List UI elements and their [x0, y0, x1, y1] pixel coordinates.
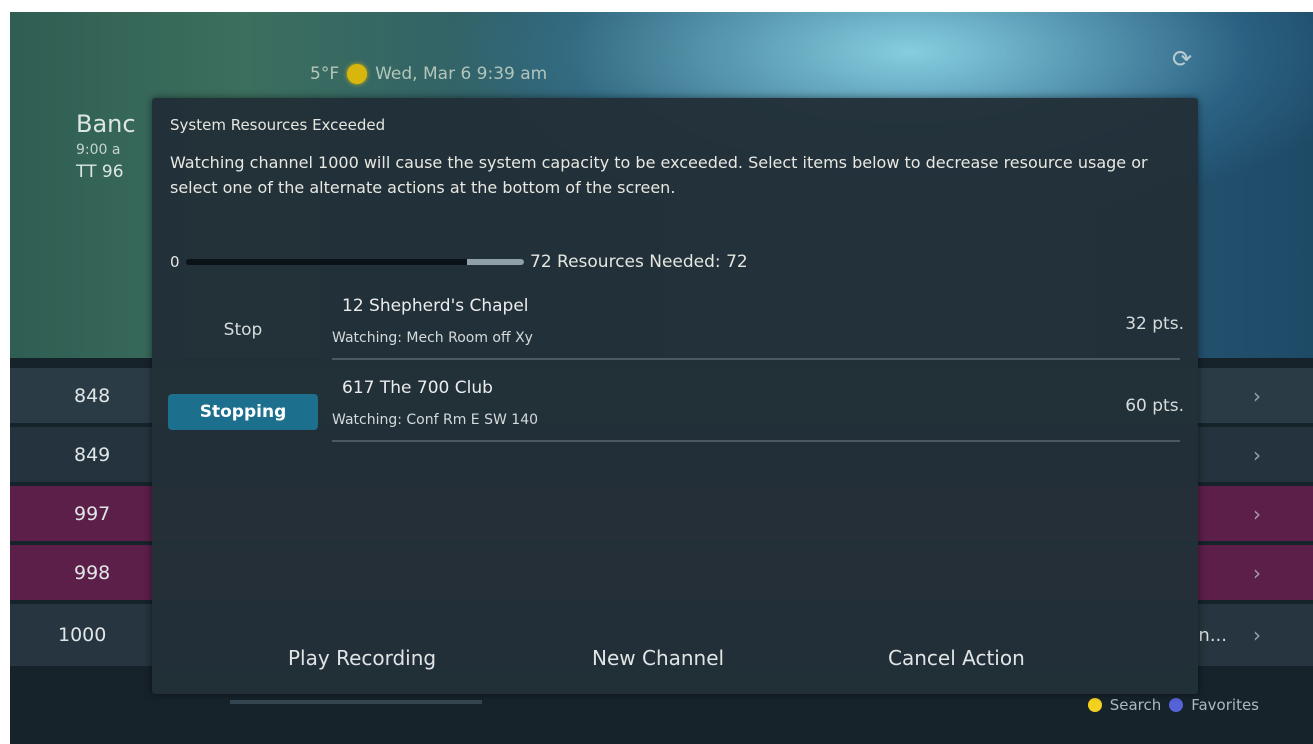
item-channel: 617 The 700 Club — [342, 378, 493, 398]
search-hint: Search — [1109, 696, 1162, 714]
chevron-right-icon: › — [1253, 442, 1261, 467]
program-name-truncated: n... — [1198, 624, 1227, 646]
divider — [332, 440, 1180, 442]
date-time: Wed, Mar 6 9:39 am — [375, 64, 548, 84]
dialog-title: System Resources Exceeded — [170, 116, 386, 134]
channel-number: 848 — [74, 384, 111, 407]
item-watching: Watching: Mech Room off Xy — [332, 330, 533, 346]
channel-number: 997 — [74, 502, 111, 525]
play-recording-button[interactable]: Play Recording — [288, 646, 436, 670]
stopping-button[interactable]: Stopping — [168, 394, 318, 430]
sun-icon — [347, 64, 368, 84]
channel-number: 998 — [74, 561, 111, 584]
chevron-right-icon: › — [1253, 383, 1261, 408]
stop-button[interactable]: Stop — [168, 312, 318, 348]
item-points: 32 pts. — [1125, 314, 1184, 334]
resources-exceeded-dialog: System Resources Exceeded Watching chann… — [152, 98, 1198, 704]
yellow-button-icon — [1087, 698, 1102, 712]
chevron-right-icon: › — [1253, 560, 1261, 585]
dialog-actions: Play Recording New Channel Cancel Action — [152, 624, 1198, 704]
resource-needed-text: 72 Resources Needed: 72 — [530, 252, 748, 272]
tv-screen: 5°F Wed, Mar 6 9:39 am ⟳ Banc 9:00 a TT … — [10, 12, 1313, 744]
resource-min: 0 — [170, 253, 180, 271]
blue-button-icon — [1169, 698, 1184, 712]
channel-number: 849 — [74, 443, 111, 466]
item-watching: Watching: Conf Rm E SW 140 — [332, 412, 539, 428]
sync-icon: ⟳ — [1171, 45, 1193, 73]
status-bar: 5°F Wed, Mar 6 9:39 am — [310, 64, 547, 84]
resource-item: Stop 12 Shepherd's Chapel Watching: Mech… — [152, 288, 1198, 360]
program-title: Banc — [76, 110, 136, 138]
background-program-info: Banc 9:00 a TT 96 — [76, 110, 136, 182]
channel-number: 1000 — [58, 624, 107, 646]
resource-fill — [466, 259, 524, 265]
cancel-action-button[interactable]: Cancel Action — [888, 646, 1025, 670]
divider — [332, 358, 1180, 360]
item-points: 60 pts. — [1125, 396, 1184, 416]
program-subtitle: TT 96 — [76, 162, 124, 182]
resource-item: Stopping 617 The 700 Club Watching: Conf… — [152, 370, 1198, 442]
program-time: 9:00 a — [76, 142, 121, 158]
focus-underline — [230, 700, 482, 704]
resource-meter: 0 72 Resources Needed: 72 — [170, 252, 748, 272]
item-channel: 12 Shepherd's Chapel — [342, 296, 529, 316]
temperature: 5°F — [310, 64, 340, 84]
chevron-right-icon: › — [1253, 623, 1261, 647]
chevron-right-icon: › — [1253, 501, 1261, 526]
new-channel-button[interactable]: New Channel — [592, 646, 724, 670]
favorites-hint: Favorites — [1191, 696, 1259, 714]
resource-track — [186, 259, 524, 265]
dialog-message: Watching channel 1000 will cause the sys… — [170, 153, 1148, 197]
footer-hints: Search Favorites — [1087, 696, 1259, 714]
